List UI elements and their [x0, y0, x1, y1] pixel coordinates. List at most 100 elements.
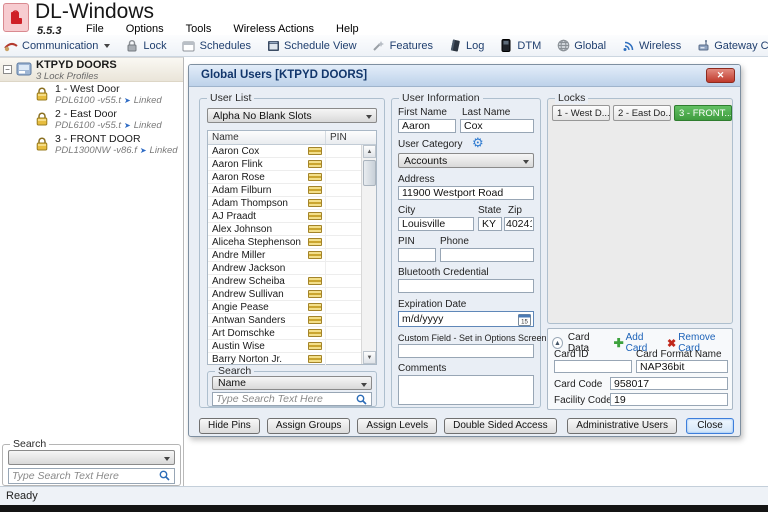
user-name: Antwan Sanders — [212, 315, 285, 326]
sidebar-search-field-select[interactable] — [8, 450, 175, 465]
card-icon — [308, 277, 322, 285]
footer-button[interactable]: Hide Pins — [199, 418, 260, 434]
user-row[interactable]: AJ Praadt — [208, 210, 363, 223]
card-code-field[interactable] — [610, 377, 728, 390]
lock-model: PDL6100 -v55.t — [55, 95, 121, 106]
toolbar-schedules[interactable]: Schedules — [182, 39, 251, 53]
user-row[interactable]: Andrew Sullivan — [208, 288, 363, 301]
comments-field[interactable] — [398, 375, 534, 405]
card-id-field[interactable] — [554, 360, 632, 373]
user-category-select[interactable]: Accounts — [398, 153, 534, 168]
user-row[interactable]: Aaron Rose — [208, 171, 363, 184]
scrollbar-thumb[interactable] — [363, 160, 376, 186]
chevron-down-icon — [366, 115, 372, 119]
calendar-icon[interactable]: 15 — [518, 313, 531, 329]
menu-help[interactable]: Help — [334, 23, 361, 35]
card-format-name-label: Card Format Name — [636, 349, 722, 360]
toolbar-dtm[interactable]: DTM — [499, 39, 541, 53]
menu-tools[interactable]: Tools — [184, 23, 214, 35]
gear-icon[interactable]: ⚙ — [472, 137, 484, 149]
user-row[interactable]: Aliceha Stephenson — [208, 236, 363, 249]
menu-wireless-actions[interactable]: Wireless Actions — [231, 23, 316, 35]
user-name: Adam Thompson — [212, 198, 288, 209]
pin-field[interactable] — [398, 248, 436, 262]
user-search-field-select[interactable]: Name — [212, 376, 372, 390]
toolbar-communication[interactable]: Communication — [4, 39, 110, 53]
footer-button[interactable]: Double Sided Access — [444, 418, 557, 434]
lock-chip[interactable]: 3 - FRONT... — [674, 105, 732, 121]
phone-field[interactable] — [440, 248, 534, 262]
user-row[interactable]: Andrew Jackson — [208, 262, 363, 275]
lock-chip[interactable]: 2 - East Do... — [613, 105, 671, 121]
address-field[interactable] — [398, 186, 534, 200]
user-row[interactable]: Antwan Sanders — [208, 314, 363, 327]
user-row[interactable]: Adam Filburn — [208, 184, 363, 197]
close-icon[interactable]: ✕ — [706, 68, 735, 83]
lock-profile-item[interactable]: 2 - East Door PDL6100 -v55.t ➤ Linked — [0, 107, 183, 132]
close-button[interactable]: Close — [686, 418, 734, 434]
scroll-up-icon[interactable]: ▲ — [363, 145, 376, 158]
collapse-icon[interactable]: ▲ — [552, 337, 563, 349]
locks-group: Locks 1 - West D...2 - East Do...3 - FRO… — [547, 98, 733, 324]
account-root-node[interactable]: − KTPYD DOORS 3 Lock Profiles — [0, 58, 183, 82]
first-name-field[interactable] — [398, 119, 456, 133]
bluetooth-credential-field[interactable] — [398, 279, 534, 293]
user-pin-cell — [326, 223, 363, 235]
user-row[interactable]: Art Domschke — [208, 327, 363, 340]
user-row[interactable]: Andre Miller — [208, 249, 363, 262]
toolbar-lock[interactable]: Lock — [125, 39, 166, 53]
user-pin-cell — [326, 353, 363, 365]
footer-button[interactable]: Assign Levels — [357, 418, 437, 434]
expiration-date-field[interactable] — [398, 311, 534, 327]
log-book-icon — [448, 39, 462, 53]
zip-field[interactable] — [504, 217, 534, 231]
toolbar-wireless[interactable]: Wireless — [621, 39, 681, 53]
bluetooth-credential-label: Bluetooth Credential — [398, 267, 489, 278]
user-list-scrollbar[interactable]: ▲ ▼ — [361, 145, 376, 364]
user-row[interactable]: Andrew Scheiba — [208, 275, 363, 288]
administrative-users-button[interactable]: Administrative Users — [567, 418, 677, 434]
lock-profile-item[interactable]: 1 - West Door PDL6100 -v55.t ➤ Linked — [0, 82, 183, 107]
toolbar-features[interactable]: Features — [372, 39, 433, 53]
menu-file[interactable]: File — [84, 23, 106, 35]
user-name: Aaron Cox — [212, 146, 259, 157]
lock-chip[interactable]: 1 - West D... — [552, 105, 610, 121]
search-icon[interactable] — [159, 470, 170, 484]
last-name-field[interactable] — [460, 119, 534, 133]
user-row[interactable]: Angie Pease — [208, 301, 363, 314]
padlock-icon — [34, 86, 50, 105]
user-list-sort-select[interactable]: Alpha No Blank Slots — [207, 108, 377, 123]
toolbar-log[interactable]: Log — [448, 39, 484, 53]
card-icon — [308, 355, 322, 363]
user-pin-cell — [326, 184, 363, 196]
lock-profile-item[interactable]: 3 - FRONT DOOR PDL1300NW -v86.f ➤ Linked — [0, 132, 183, 157]
user-search-input[interactable] — [212, 392, 372, 406]
user-row[interactable]: Aaron Flink — [208, 158, 363, 171]
user-row[interactable]: Alex Johnson — [208, 223, 363, 236]
city-label: City — [398, 205, 415, 216]
menu-options[interactable]: Options — [124, 23, 166, 35]
status-bar: Ready — [0, 486, 768, 506]
state-field[interactable] — [478, 217, 502, 231]
city-field[interactable] — [398, 217, 474, 231]
user-information-group: User Information First Name Last Name Us… — [391, 98, 541, 408]
user-row[interactable]: Adam Thompson — [208, 197, 363, 210]
scroll-down-icon[interactable]: ▼ — [363, 351, 376, 364]
user-row[interactable]: Aaron Cox — [208, 145, 363, 158]
footer-button[interactable]: Assign Groups — [267, 418, 351, 434]
first-name-label: First Name — [398, 107, 447, 118]
sidebar-search-input[interactable] — [8, 468, 175, 484]
card-format-name-field[interactable] — [636, 360, 728, 373]
facility-code-field[interactable] — [610, 393, 728, 406]
toolbar-global[interactable]: Global — [556, 39, 606, 53]
collapse-icon[interactable]: − — [3, 65, 12, 74]
user-row[interactable]: Austin Wise — [208, 340, 363, 353]
custom-field[interactable] — [398, 344, 534, 358]
toolbar-gateway-config[interactable]: Gateway Config — [696, 39, 768, 53]
search-icon[interactable] — [356, 394, 367, 408]
zip-label: Zip — [508, 205, 522, 216]
column-header-pin[interactable]: PIN — [326, 131, 363, 144]
column-header-name[interactable]: Name — [208, 131, 326, 144]
dialog-titlebar[interactable]: Global Users [KTPYD DOORS] ✕ — [189, 65, 740, 87]
toolbar-schedule-view[interactable]: Schedule View — [266, 39, 357, 53]
